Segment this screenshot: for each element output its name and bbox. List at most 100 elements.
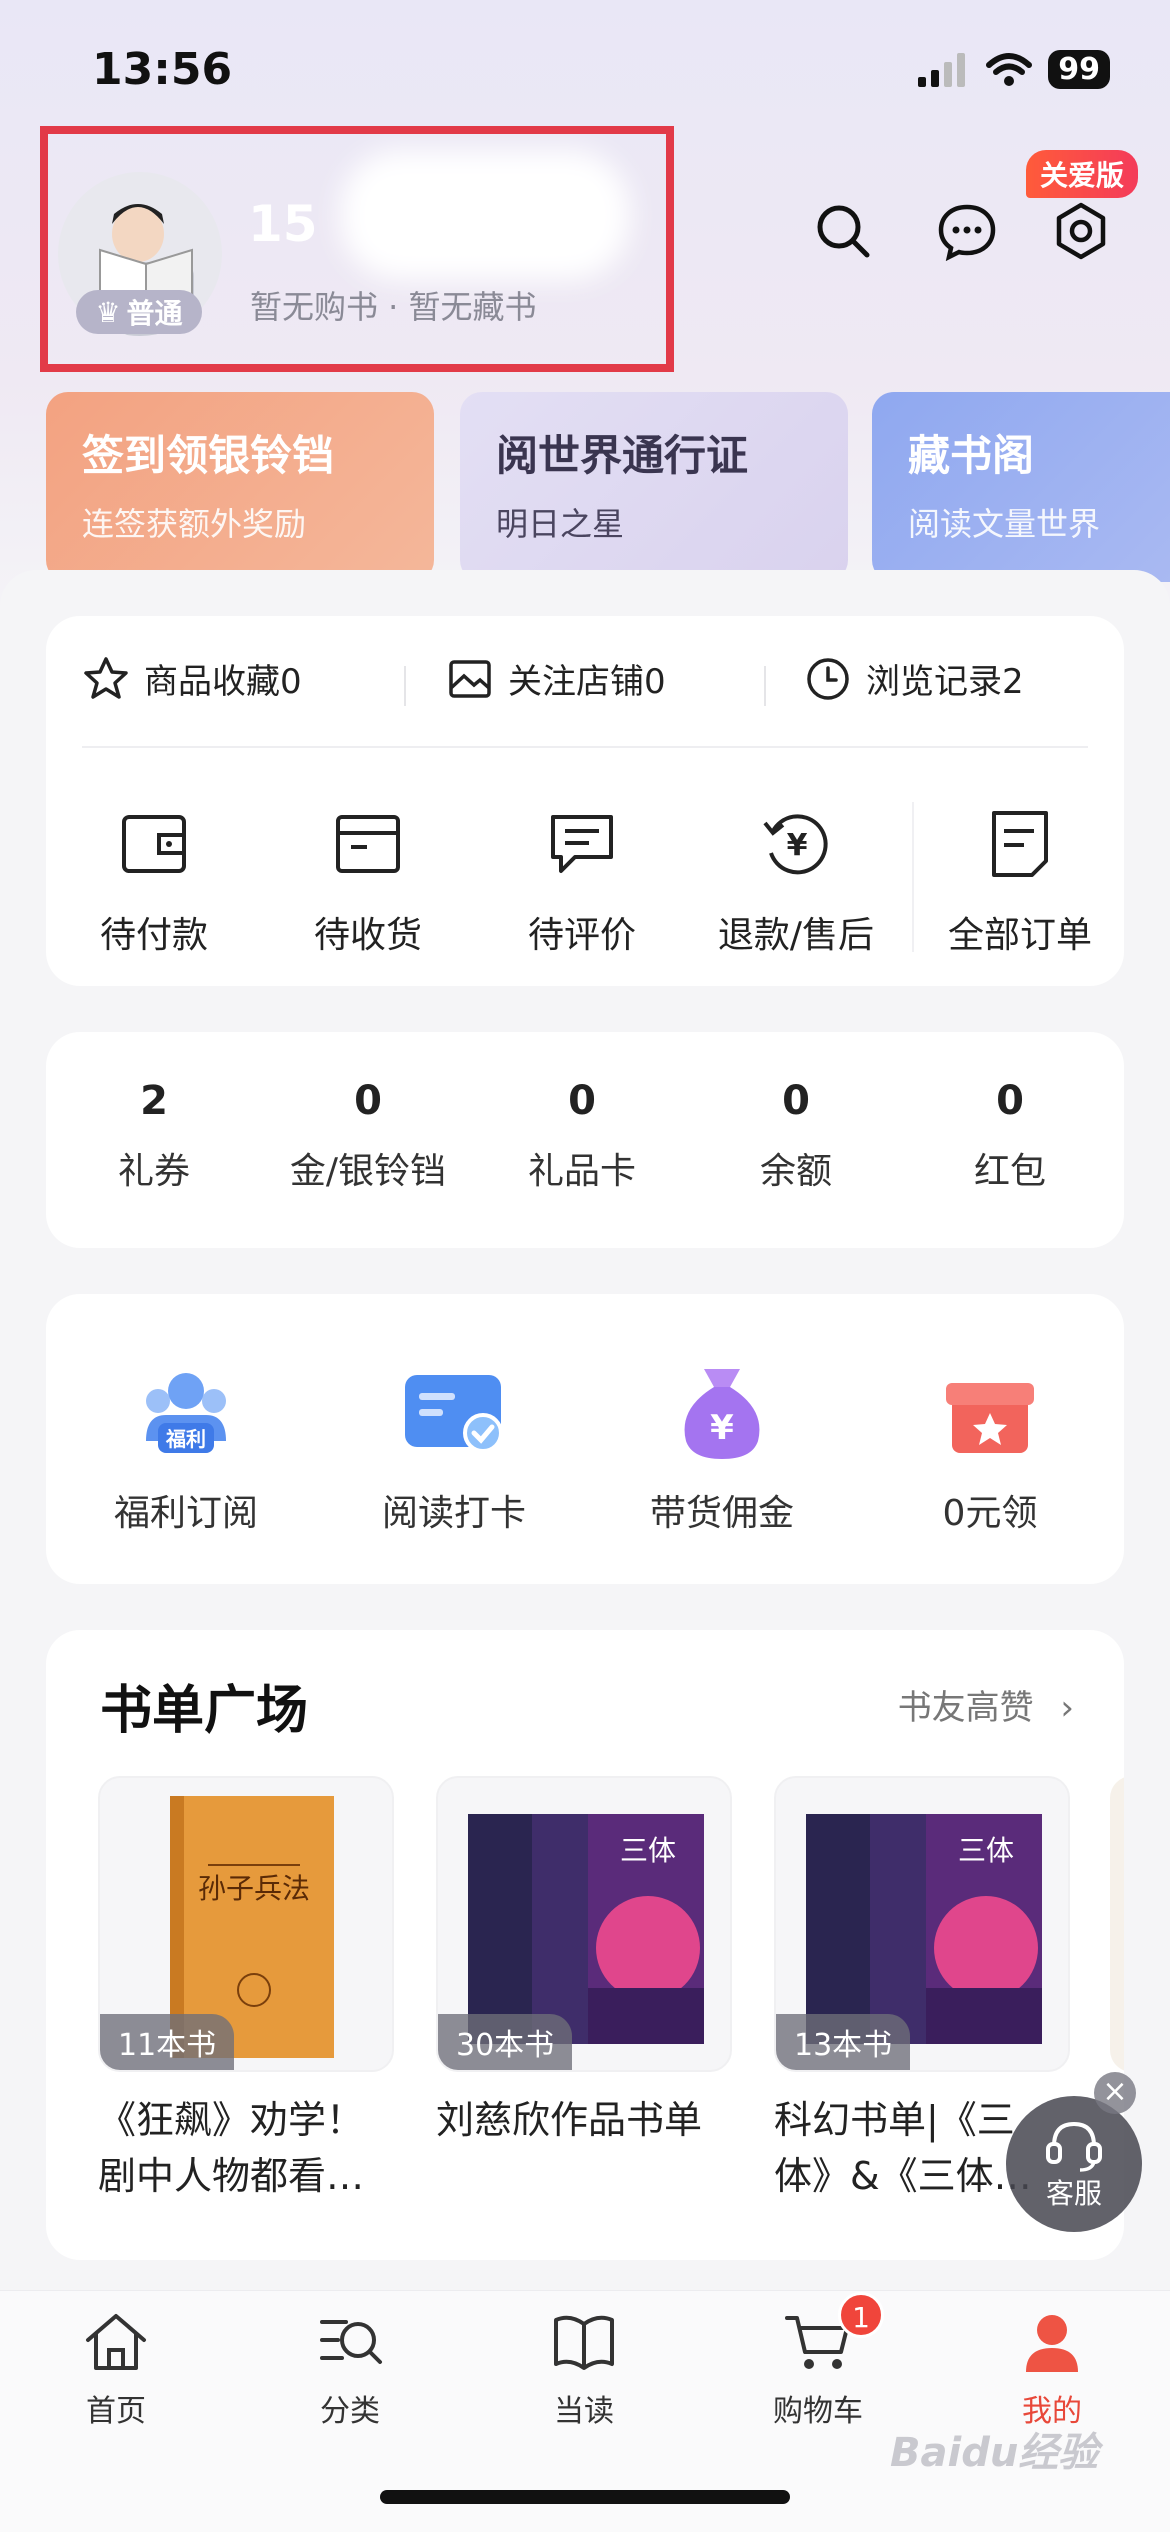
book-cover-title: 三体 <box>958 1834 1014 1867</box>
followed-shops[interactable]: 关注店铺0 <box>446 654 666 703</box>
customer-service-button[interactable]: 客服 <box>1006 2096 1142 2232</box>
order-pending-receipt[interactable]: 待收货 <box>268 806 468 958</box>
asset-gift-card[interactable]: 0 礼品卡 <box>482 1078 682 1194</box>
home-icon <box>86 2314 146 2370</box>
category-search-icon <box>320 2320 382 2364</box>
home-indicator[interactable] <box>380 2490 790 2504</box>
customer-service-label: 客服 <box>1045 2177 1102 2210</box>
asset-label: 礼品卡 <box>527 1151 636 1192</box>
promo-card-checkin[interactable]: 签到领银铃铛 连签获额外奖励 <box>46 392 434 582</box>
star-icon <box>84 656 128 699</box>
cart-count-badge: 1 <box>838 2292 884 2338</box>
asset-value: 2 <box>140 1078 168 1124</box>
tool-reading-checkin[interactable]: 阅读打卡 <box>324 1356 584 1536</box>
book-cover-title: 三体 <box>620 1834 676 1867</box>
settings-button[interactable] <box>1046 196 1116 266</box>
search-button[interactable] <box>808 196 878 266</box>
wifi-icon <box>986 52 1033 86</box>
tool-welfare-subscription[interactable]: 福利 福利订阅 <box>56 1356 316 1536</box>
promo-title: 阅世界通行证 <box>496 431 749 480</box>
booklist-title: 书单广场 <box>100 1680 309 1741</box>
tool-label: 福利订阅 <box>113 1493 258 1534</box>
money-bag-icon-text: ¥ <box>710 1408 734 1448</box>
promo-subtitle: 阅读文量世界 <box>908 505 1101 543</box>
asset-value: 0 <box>996 1078 1024 1124</box>
package-icon <box>336 815 400 873</box>
orders-list-icon <box>992 811 1048 877</box>
gift-box-icon <box>946 1383 1034 1453</box>
order-pending-payment[interactable]: 待付款 <box>54 806 254 958</box>
asset-label: 金/银铃铛 <box>289 1151 447 1192</box>
order-label: 全部订单 <box>947 915 1092 956</box>
booklist-item[interactable]: 孙子兵法 11本书 《狂飙》劝学！剧中人物都看… <box>98 1776 394 2204</box>
tab-label: 购物车 <box>773 2394 863 2429</box>
order-label: 退款/售后 <box>717 915 875 956</box>
shop-image-icon <box>449 659 491 698</box>
highlight-box <box>40 126 674 372</box>
comment-icon <box>551 815 613 873</box>
tool-free-claim[interactable]: 0元领 <box>860 1356 1120 1536</box>
divider <box>912 802 914 952</box>
headset-icon <box>1046 2121 1102 2172</box>
tab-label: 首页 <box>86 2394 146 2429</box>
tab-label: 当读 <box>554 2394 614 2429</box>
tools-card: 福利 福利订阅 阅读打卡 ¥ 带货佣金 0元领 <box>46 1294 1124 1584</box>
signal-icon <box>918 52 966 87</box>
user-icon <box>1026 2315 1078 2372</box>
order-pending-review[interactable]: 待评价 <box>482 806 682 958</box>
tool-label: 0元领 <box>942 1493 1038 1534</box>
divider-line <box>82 746 1088 748</box>
browse-history[interactable]: 浏览记录2 <box>804 654 1024 703</box>
care-mode-badge[interactable]: 关爱版 <box>1026 150 1139 198</box>
booklist-card: 书单广场 书友高赞 › 孙子兵法 11本书 《狂飙》劝学！剧中人物都看… 三体 … <box>46 1630 1124 2260</box>
order-all[interactable]: 全部订单 <box>920 806 1120 958</box>
book-cover: 孙子兵法 11本书 <box>98 1776 394 2072</box>
asset-label: 红包 <box>973 1151 1046 1192</box>
tab-label: 分类 <box>320 2394 380 2429</box>
battery-indicator: 99 <box>1048 50 1110 89</box>
booklist-item-title: 《狂飙》劝学！剧中人物都看… <box>98 2098 365 2198</box>
tab-home[interactable]: 首页 <box>36 2306 196 2430</box>
tab-reading[interactable]: 当读 <box>504 2306 664 2430</box>
asset-coupons[interactable]: 2 礼券 <box>54 1078 254 1194</box>
refund-icon: ¥ <box>763 814 828 875</box>
money-bag-icon: ¥ <box>684 1369 760 1459</box>
tab-mine[interactable]: 我的 <box>972 2306 1132 2430</box>
order-label: 待评价 <box>527 915 636 956</box>
book-count: 30本书 <box>438 2014 573 2070</box>
browse-history-label: 浏览记录2 <box>866 662 1024 702</box>
message-icon <box>938 204 996 261</box>
promo-title: 藏书阁 <box>908 431 1035 480</box>
status-time: 13:56 <box>92 44 233 95</box>
customer-service-close-icon[interactable]: × <box>1094 2072 1136 2114</box>
assets-card: 2 礼券 0 金/银铃铛 0 礼品卡 0 余额 0 红包 <box>46 1032 1124 1248</box>
tool-label: 带货佣金 <box>649 1493 794 1534</box>
divider <box>404 666 406 706</box>
message-button[interactable] <box>932 196 1002 266</box>
favorites-goods[interactable]: 商品收藏0 <box>82 654 302 703</box>
chevron-right-icon: › <box>1060 1688 1074 1728</box>
promo-card-pass[interactable]: 阅世界通行证 明日之星 <box>460 392 848 582</box>
booklist-more-link[interactable]: 书友高赞 › <box>898 1680 1074 1729</box>
asset-bells[interactable]: 0 金/银铃铛 <box>268 1078 468 1194</box>
open-book-icon <box>554 2315 614 2370</box>
booklist-more-label: 书友高赞 <box>897 1688 1034 1728</box>
tool-commission[interactable]: ¥ 带货佣金 <box>592 1356 852 1536</box>
order-refund[interactable]: ¥ 退款/售后 <box>696 806 896 958</box>
welfare-icon-text: 福利 <box>165 1427 206 1451</box>
divider <box>764 666 766 706</box>
clock-icon <box>807 657 849 700</box>
reading-card-icon <box>405 1375 503 1453</box>
order-label: 待收货 <box>313 915 422 956</box>
asset-balance[interactable]: 0 余额 <box>696 1078 896 1194</box>
asset-value: 0 <box>782 1078 810 1124</box>
tab-category[interactable]: 分类 <box>270 2306 430 2430</box>
svg-text:¥: ¥ <box>787 828 808 863</box>
asset-value: 0 <box>354 1078 382 1124</box>
book-count: 11本书 <box>100 2014 235 2070</box>
booklist-item[interactable]: 三体 30本书 刘慈欣作品书单 <box>436 1776 732 2204</box>
asset-red-packet[interactable]: 0 红包 <box>910 1078 1110 1194</box>
promo-card-library[interactable]: 藏书阁 阅读文量世界 <box>872 392 1170 582</box>
booklist-next-peek[interactable] <box>1110 1776 1124 2072</box>
book-count: 13本书 <box>776 2014 911 2070</box>
